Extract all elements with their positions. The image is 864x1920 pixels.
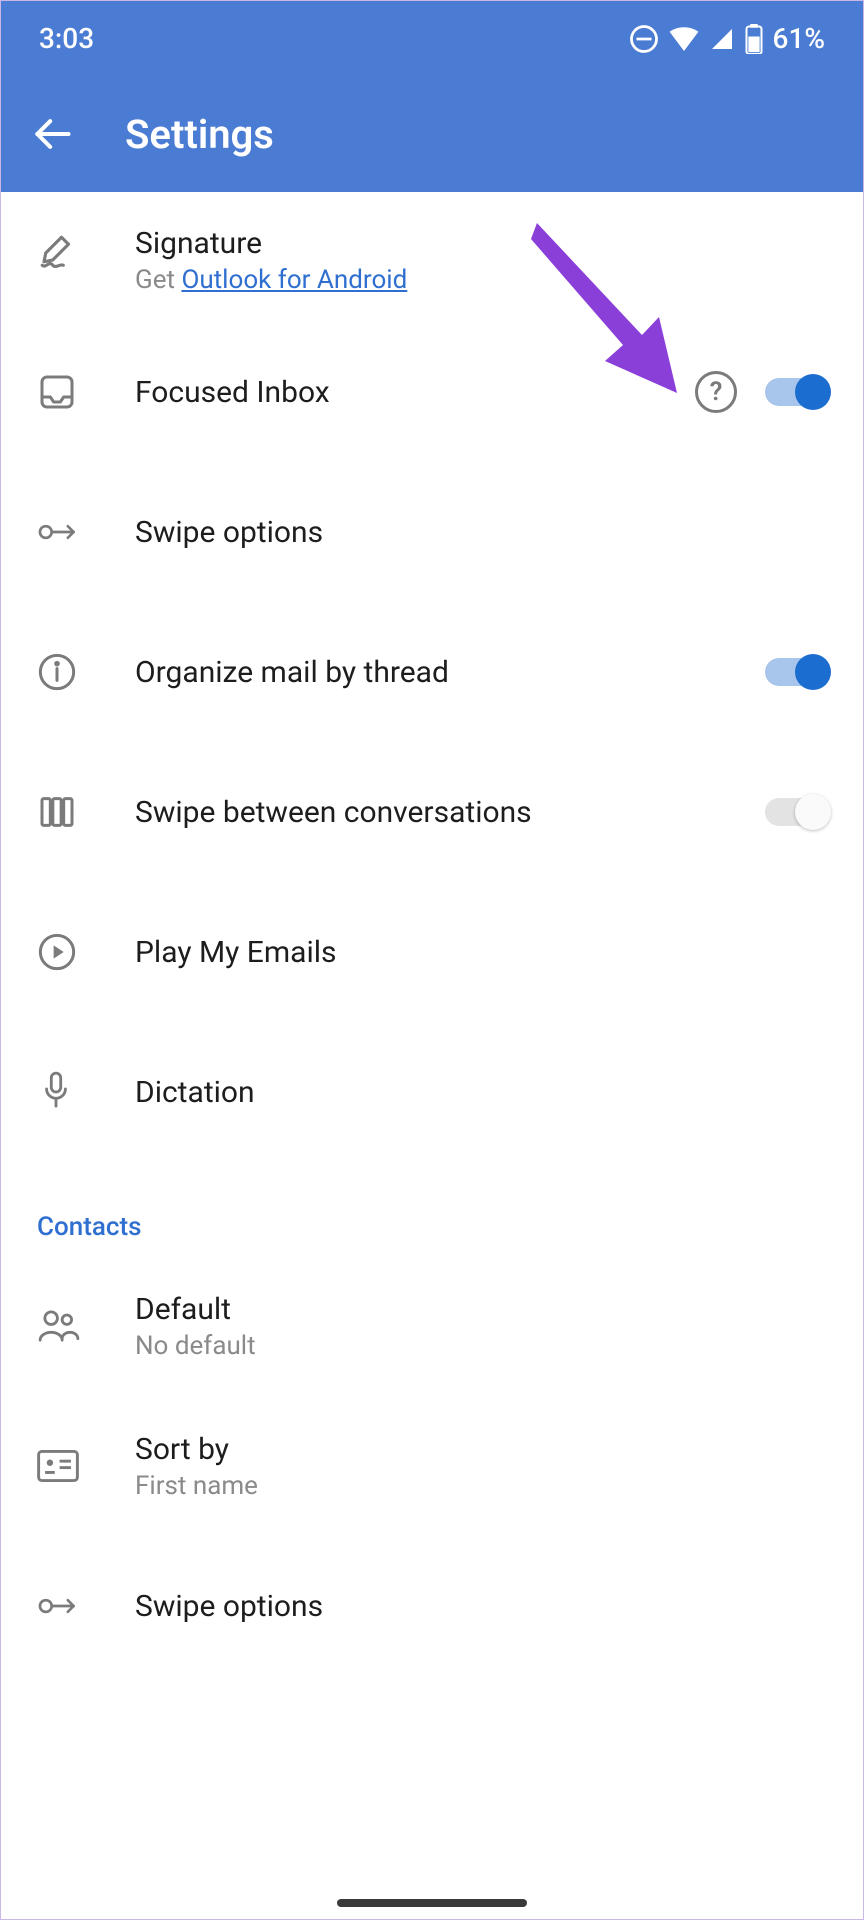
arrow-left-icon — [30, 112, 74, 156]
swipe-label: Swipe options — [135, 515, 827, 550]
swipe-icon — [37, 517, 81, 547]
microphone-icon — [37, 1070, 75, 1114]
default-label: Default — [135, 1292, 827, 1327]
status-time: 3:03 — [39, 22, 94, 55]
inbox-icon — [37, 372, 77, 412]
swipe-between-toggle[interactable] — [765, 794, 827, 830]
do-not-disturb-icon — [629, 24, 659, 54]
signal-icon — [709, 27, 735, 51]
wifi-icon — [669, 27, 699, 51]
outlook-link[interactable]: Outlook for Android — [181, 265, 407, 295]
signature-sub: Get Outlook for Android — [135, 265, 827, 295]
default-sub: No default — [135, 1331, 827, 1361]
play-icon — [37, 932, 77, 972]
organize-label: Organize mail by thread — [135, 655, 765, 690]
section-contacts: Contacts — [1, 1162, 863, 1256]
info-icon — [37, 652, 77, 692]
battery-icon — [745, 24, 763, 54]
focused-toggle[interactable] — [765, 374, 827, 410]
play-label: Play My Emails — [135, 935, 827, 970]
row-sort-by[interactable]: Sort by First name — [1, 1396, 863, 1536]
page-title: Settings — [125, 111, 274, 158]
sort-sub: First name — [135, 1471, 827, 1501]
status-icons: 61% — [629, 22, 825, 55]
columns-icon — [37, 792, 77, 832]
row-signature[interactable]: Signature Get Outlook for Android — [1, 202, 863, 322]
sort-label: Sort by — [135, 1432, 827, 1467]
row-swipe-between[interactable]: Swipe between conversations — [1, 742, 863, 882]
battery-percent: 61% — [773, 22, 825, 55]
signature-icon — [37, 232, 79, 274]
swipe-between-label: Swipe between conversations — [135, 795, 765, 830]
help-icon[interactable]: ? — [695, 371, 737, 413]
signature-label: Signature — [135, 226, 827, 261]
row-swipe-options[interactable]: Swipe options — [1, 462, 863, 602]
status-bar: 3:03 61% — [1, 1, 863, 76]
row-organize-thread[interactable]: Organize mail by thread — [1, 602, 863, 742]
app-bar: Settings — [1, 76, 863, 192]
row-swipe-options-contacts[interactable]: Swipe options — [1, 1536, 863, 1676]
focused-label: Focused Inbox — [135, 375, 695, 410]
organize-toggle[interactable] — [765, 654, 827, 690]
row-play-emails[interactable]: Play My Emails — [1, 882, 863, 1022]
back-button[interactable] — [29, 111, 75, 157]
settings-list: Signature Get Outlook for Android Focuse… — [1, 192, 863, 1676]
row-focused-inbox[interactable]: Focused Inbox ? — [1, 322, 863, 462]
navigation-handle[interactable] — [337, 1899, 527, 1907]
row-default-contacts[interactable]: Default No default — [1, 1256, 863, 1396]
row-dictation[interactable]: Dictation — [1, 1022, 863, 1162]
swipe2-label: Swipe options — [135, 1589, 827, 1624]
card-icon — [37, 1449, 79, 1483]
swipe-icon — [37, 1591, 81, 1621]
people-icon — [37, 1306, 81, 1346]
dictation-label: Dictation — [135, 1075, 827, 1110]
